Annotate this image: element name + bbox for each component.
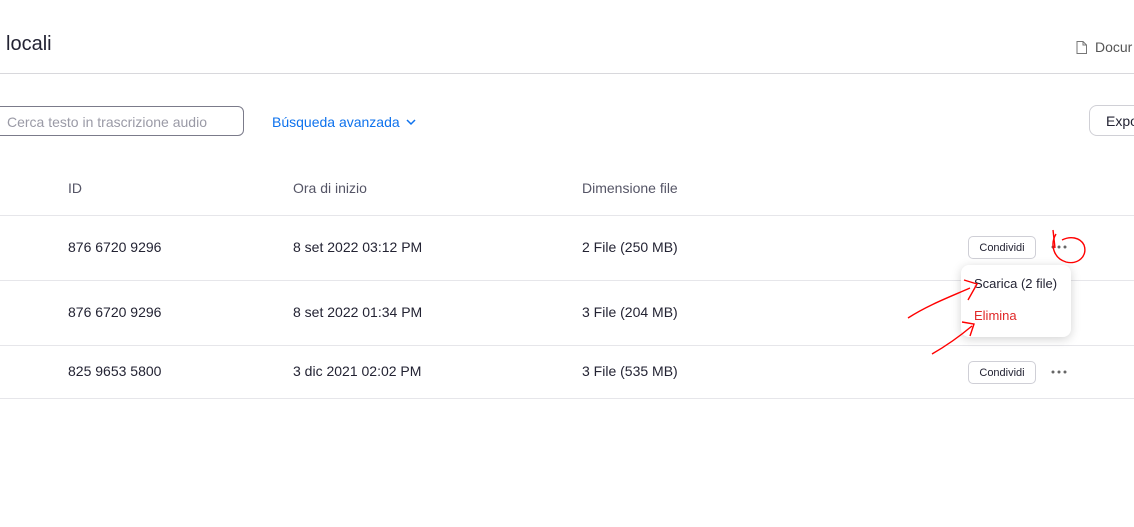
page-title: i locali [0,33,52,55]
meeting-id-cell: 876 6720 9296 [68,239,162,255]
share-button[interactable]: Condividi [968,361,1036,384]
start-time-cell: 8 set 2022 03:12 PM [293,239,423,255]
header-divider [0,73,1134,74]
export-button[interactable]: Expo [1089,105,1134,136]
delete-menu-item[interactable]: Elimina [974,308,1017,323]
advanced-search-toggle[interactable]: Búsqueda avanzada [272,114,416,130]
transcript-search-input[interactable] [7,113,233,131]
chevron-down-icon [406,118,416,125]
more-horizontal-icon [1051,370,1067,374]
documentation-link-label: Docur [1095,39,1133,55]
share-button[interactable]: Condividi [968,236,1036,259]
column-header-start-time: Ora di inizio [293,180,367,196]
column-header-file-size: Dimensione file [582,180,678,196]
file-size-cell: 2 File (250 MB) [582,239,678,255]
more-horizontal-icon [1051,245,1067,249]
start-time-cell: 3 dic 2021 02:02 PM [293,363,422,379]
annotation-overlay [907,229,1086,355]
transcript-search-box[interactable] [0,106,244,136]
file-size-cell: 3 File (535 MB) [582,363,678,379]
meeting-id-cell: 825 9653 5800 [68,363,162,379]
row-divider [0,215,1134,216]
advanced-search-label: Búsqueda avanzada [272,114,400,130]
column-header-id: ID [68,180,82,196]
more-options-button[interactable] [1048,239,1070,255]
file-size-cell: 3 File (204 MB) [582,304,678,320]
document-icon [1076,40,1087,54]
more-options-button[interactable] [1048,364,1070,380]
download-menu-item[interactable]: Scarica (2 file) [974,276,1057,291]
export-button-label: Expo [1106,113,1134,129]
row-divider [0,345,1134,346]
more-options-menu: Scarica (2 file) Elimina [961,265,1071,337]
documentation-link[interactable]: Docur [1076,39,1132,55]
row-divider [0,398,1134,399]
meeting-id-cell: 876 6720 9296 [68,304,162,320]
start-time-cell: 8 set 2022 01:34 PM [293,304,423,320]
